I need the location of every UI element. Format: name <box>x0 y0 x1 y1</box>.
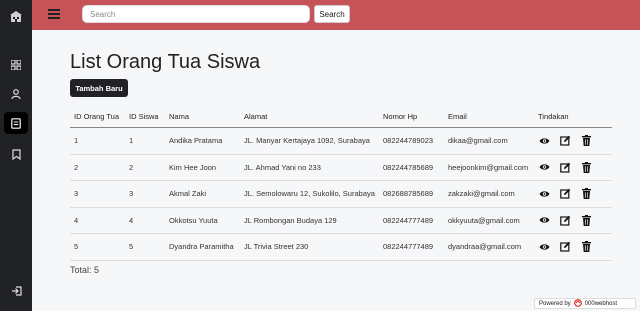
parents-table: ID Orang Tua ID Siswa Nama Alamat Nomor … <box>70 105 612 261</box>
edit-icon[interactable] <box>559 241 571 253</box>
logout-icon[interactable] <box>9 284 23 298</box>
table-row: 1 1 Andika Pratama JL. Manyar Kertajaya 109… <box>70 127 612 155</box>
table-row: 3 3 Akmal Zaki JL. Semolowaru 12, Sukolilo,… <box>70 180 612 208</box>
header-id-siswa: ID Siswa <box>125 105 165 128</box>
cell-id-orang-tua: 4 <box>70 207 125 234</box>
school-building-icon[interactable] <box>8 8 24 24</box>
table-row: 5 5 Dyandra Paramitha JL Trivia Street 230 0… <box>70 233 612 261</box>
trash-icon[interactable] <box>580 135 592 147</box>
cell-nomor-hp: 082244777489 <box>379 207 444 234</box>
sidebar <box>0 0 32 311</box>
page-title: List Orang Tua Siswa <box>70 51 261 73</box>
host-logo-icon <box>573 298 582 309</box>
cell-id-orang-tua: 5 <box>70 233 125 261</box>
edit-icon[interactable] <box>559 135 571 147</box>
cell-nama: Akmal Zaki <box>165 180 240 208</box>
cell-nomor-hp: 082244777489 <box>379 233 444 261</box>
trash-icon[interactable] <box>580 161 592 173</box>
table-header-row: ID Orang Tua ID Siswa Nama Alamat Nomor … <box>70 105 612 128</box>
cell-alamat: JL. Manyar Kertajaya 1092, Surabaya <box>240 127 379 155</box>
add-new-button[interactable]: Tambah Baru <box>70 79 128 97</box>
cell-id-siswa: 5 <box>125 233 165 261</box>
header-nama: Nama <box>165 105 240 128</box>
cell-id-siswa: 4 <box>125 207 165 234</box>
cell-email: dyandraa@gmail.com <box>444 233 534 261</box>
edit-icon[interactable] <box>559 214 571 226</box>
cell-tindakan <box>534 154 612 181</box>
search-input[interactable] <box>82 5 310 23</box>
cell-tindakan <box>534 180 612 208</box>
trash-icon[interactable] <box>580 188 592 200</box>
eye-icon[interactable] <box>538 135 550 147</box>
eye-icon[interactable] <box>538 188 550 200</box>
total-count: Total: 5 <box>70 265 100 275</box>
header-email: Email <box>444 105 534 128</box>
eye-icon[interactable] <box>538 241 550 253</box>
cell-id-siswa: 2 <box>125 154 165 181</box>
cell-nama: Dyandra Paramitha <box>165 233 240 261</box>
cell-email: dikaa@gmail.com <box>444 127 534 155</box>
eye-icon[interactable] <box>538 161 550 173</box>
trash-icon[interactable] <box>580 214 592 226</box>
edit-icon[interactable] <box>559 161 571 173</box>
eye-icon[interactable] <box>538 214 550 226</box>
cell-id-orang-tua: 1 <box>70 127 125 155</box>
table-row: 2 2 Kim Hee Joon JL. Ahmad Yani no 233 08224… <box>70 154 612 181</box>
cell-id-siswa: 3 <box>125 180 165 208</box>
cell-id-siswa: 1 <box>125 127 165 155</box>
user-icon[interactable] <box>9 87 23 101</box>
cell-alamat: JL Rombongan Budaya 129 <box>240 207 379 234</box>
powered-by-badge[interactable]: Powered by 000webhost <box>534 298 636 309</box>
cell-nama: Kim Hee Joon <box>165 154 240 181</box>
cell-email: heejoonkim@gmail.com <box>444 154 534 181</box>
menu-icon[interactable] <box>48 9 60 19</box>
cell-nama: Andika Pratama <box>165 127 240 155</box>
topbar: Search <box>32 0 640 30</box>
cell-tindakan <box>534 127 612 155</box>
powered-by-label: Powered by <box>539 300 571 307</box>
cell-nomor-hp: 082688785689 <box>379 180 444 208</box>
document-icon[interactable] <box>4 112 28 134</box>
trash-icon[interactable] <box>580 241 592 253</box>
header-nomor-hp: Nomor Hp <box>379 105 444 128</box>
cell-nomor-hp: 082244785689 <box>379 154 444 181</box>
cell-tindakan <box>534 233 612 261</box>
header-alamat: Alamat <box>240 105 379 128</box>
cell-alamat: JL. Ahmad Yani no 233 <box>240 154 379 181</box>
dashboard-grid-icon[interactable] <box>9 58 23 72</box>
cell-email: zakzaki@gmail.com <box>444 180 534 208</box>
cell-tindakan <box>534 207 612 234</box>
header-tindakan: Tindakan <box>534 105 612 128</box>
header-id-orang-tua: ID Orang Tua <box>70 105 125 128</box>
table-row: 4 4 Okkotsu Yuuta JL Rombongan Budaya 129 08… <box>70 207 612 234</box>
search-button[interactable]: Search <box>314 5 350 23</box>
edit-icon[interactable] <box>559 188 571 200</box>
host-name: 000webhost <box>584 300 618 307</box>
cell-email: okkyuuta@gmail.com <box>444 207 534 234</box>
cell-alamat: JL. Semolowaru 12, Sukolilo, Surabaya <box>240 180 379 208</box>
bookmark-icon[interactable] <box>9 147 23 161</box>
cell-nama: Okkotsu Yuuta <box>165 207 240 234</box>
cell-id-orang-tua: 3 <box>70 180 125 208</box>
cell-nomor-hp: 082244789023 <box>379 127 444 155</box>
cell-id-orang-tua: 2 <box>70 154 125 181</box>
cell-alamat: JL Trivia Street 230 <box>240 233 379 261</box>
